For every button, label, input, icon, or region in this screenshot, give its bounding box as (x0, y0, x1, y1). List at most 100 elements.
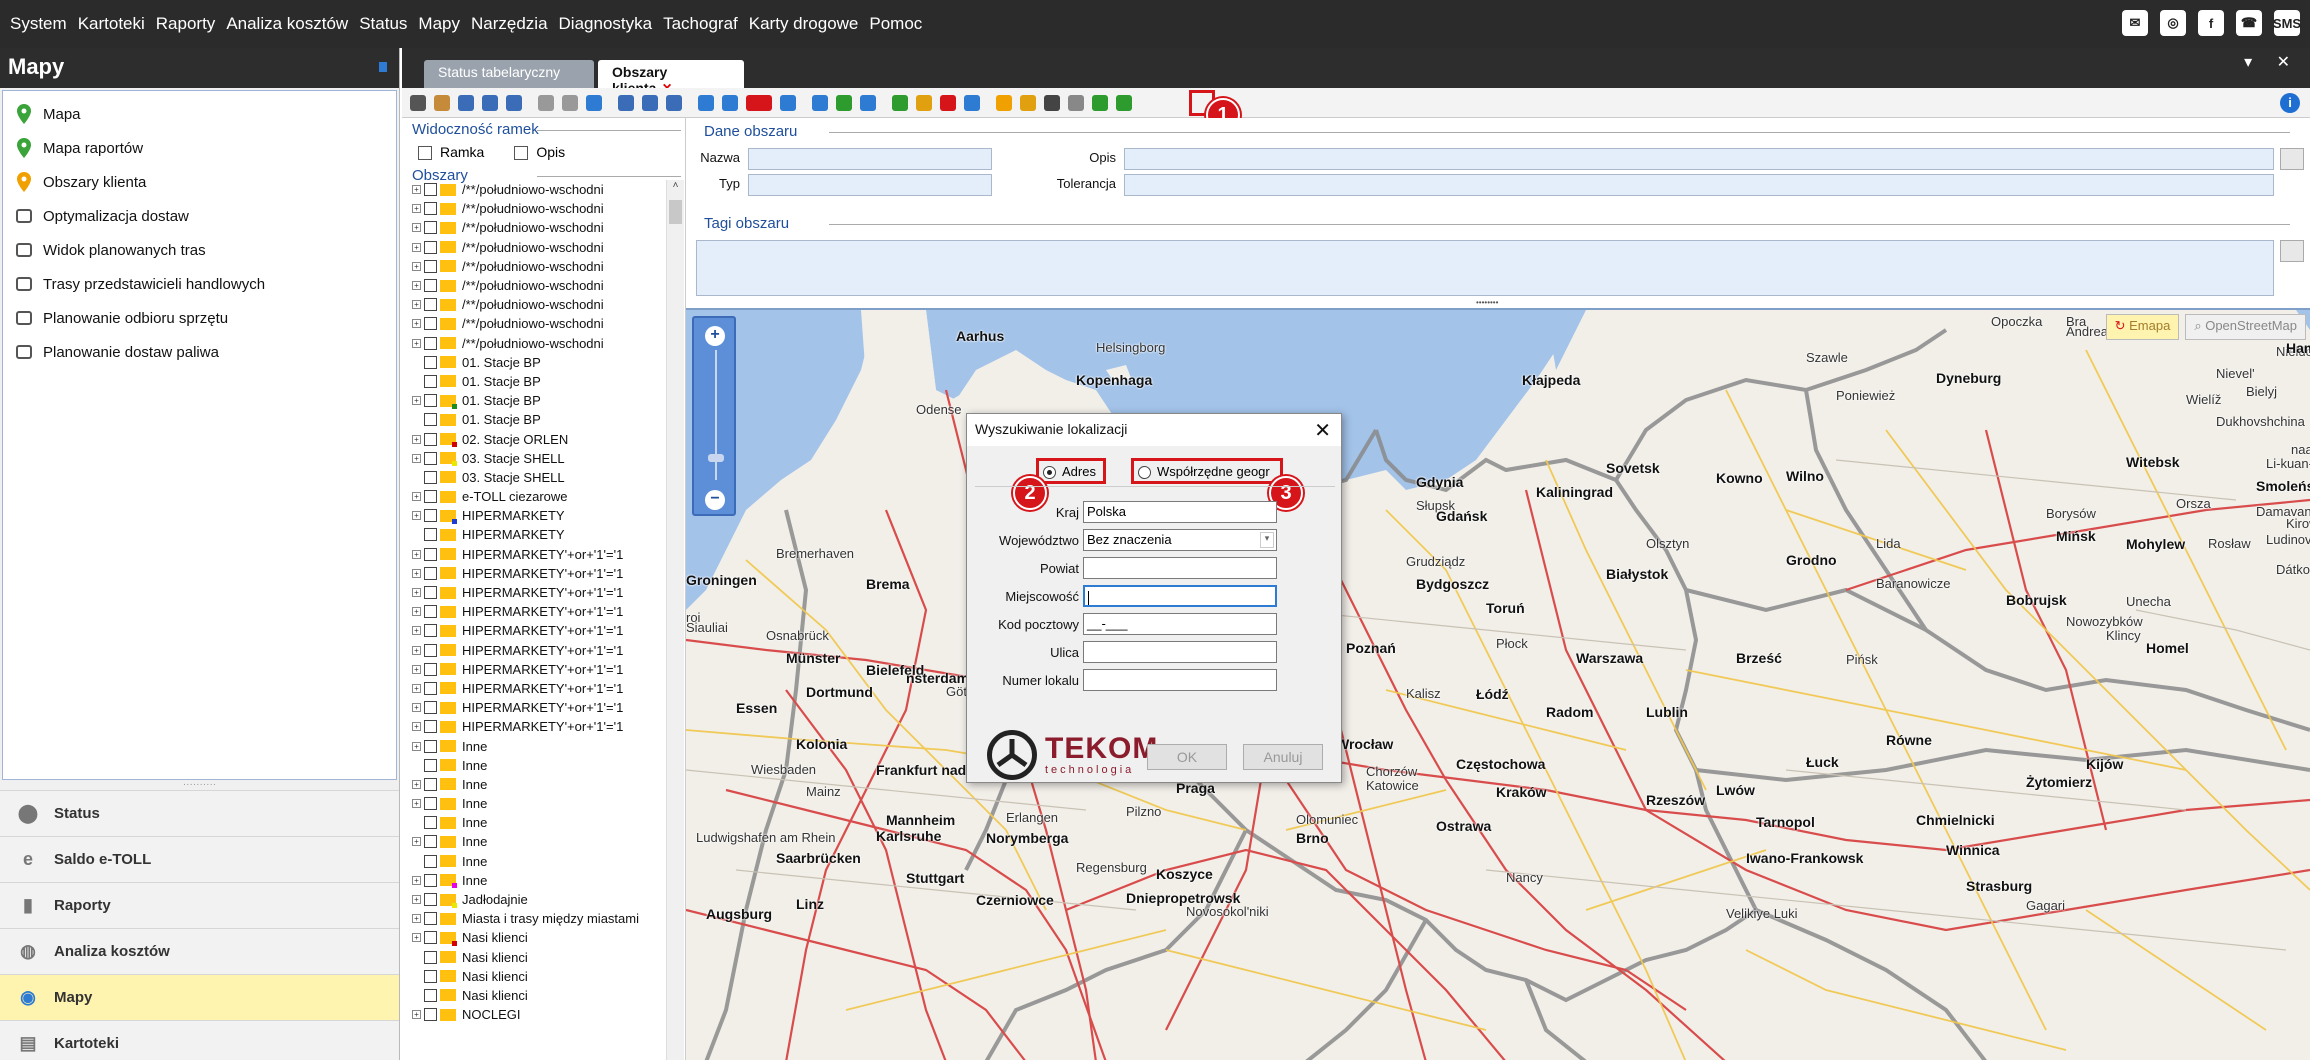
tree-checkbox[interactable] (424, 221, 437, 235)
tree-row[interactable]: + /**/południowo-wschodni (412, 276, 672, 295)
expand-icon[interactable]: + (412, 703, 421, 713)
window-controls[interactable]: ▾ ✕ (2244, 52, 2300, 72)
tree-row[interactable]: + /**/południowo-wschodni (412, 257, 672, 276)
tree-row[interactable]: Nasi klienci (412, 986, 672, 1005)
expand-icon[interactable]: + (412, 204, 421, 214)
tree-row[interactable]: + HIPERMARKETY'+or+'1'='1 (412, 698, 672, 717)
expand-icon[interactable]: + (412, 261, 421, 271)
description-checkbox[interactable]: Opis (514, 144, 565, 161)
expand-icon[interactable]: + (412, 568, 421, 578)
tree-row[interactable]: + HIPERMARKETY'+or+'1'='1 (412, 717, 672, 736)
maps-item-mapa[interactable]: Mapa (3, 97, 396, 131)
expand-icon[interactable]: + (412, 722, 421, 732)
expand-icon[interactable]: + (412, 895, 421, 905)
expand-icon[interactable]: + (412, 549, 421, 559)
tree-row[interactable]: + Miasta i trasy między miastami (412, 909, 672, 928)
city-field[interactable] (1083, 585, 1277, 607)
address-radio[interactable]: Adres (1036, 458, 1106, 484)
expand-icon[interactable]: + (412, 242, 421, 252)
close-icon[interactable]: ✕ (1314, 418, 1331, 443)
tree-row[interactable]: + /**/południowo-wschodni (412, 295, 672, 314)
layers-icon[interactable] (698, 95, 714, 111)
maps-item-planowanie-paliwa[interactable]: Planowanie dostaw paliwa (3, 335, 396, 369)
tree-checkbox[interactable] (424, 355, 437, 369)
cancel-button[interactable]: Anuluj (1243, 744, 1323, 770)
expand-icon[interactable]: + (412, 933, 421, 943)
expand-icon[interactable]: + (412, 588, 421, 598)
expand-icon[interactable]: + (412, 664, 421, 674)
tree-checkbox[interactable] (424, 183, 437, 197)
zoom-out-button[interactable]: − (705, 490, 725, 510)
tab-status-tabelaryczny[interactable]: Status tabelaryczny (424, 60, 594, 88)
expand-icon[interactable]: + (412, 511, 421, 521)
expand-icon[interactable]: + (412, 492, 421, 502)
zoom-out-icon[interactable] (506, 95, 522, 111)
voivodeship-select[interactable]: Bez znaczenia ▾ (1083, 529, 1277, 551)
description-field[interactable] (1124, 148, 2274, 170)
tree-checkbox[interactable] (424, 835, 437, 849)
select-area-icon[interactable] (458, 95, 474, 111)
tree-checkbox[interactable] (424, 547, 437, 561)
menu-status[interactable]: Status (359, 14, 407, 34)
expand-icon[interactable]: + (412, 281, 421, 291)
sms-icon[interactable]: SMS (2273, 10, 2301, 36)
tree-row[interactable]: + /**/południowo-wschodni (412, 199, 672, 218)
tree-row[interactable]: + HIPERMARKETY'+or+'1'='1 (412, 641, 672, 660)
tree-checkbox[interactable] (424, 988, 437, 1002)
tree-checkbox[interactable] (424, 624, 437, 638)
tree-checkbox[interactable] (424, 969, 437, 983)
tree-scrollbar[interactable]: ˄ (666, 180, 684, 1060)
country-field[interactable]: Polska (1083, 501, 1277, 523)
tree-row[interactable]: Nasi klienci (412, 948, 672, 967)
name-field[interactable] (748, 148, 992, 170)
expand-icon[interactable]: + (412, 396, 421, 406)
tree-checkbox[interactable] (424, 298, 437, 312)
facebook-icon[interactable]: f (2198, 10, 2224, 36)
type-field[interactable] (748, 174, 992, 196)
tree-row[interactable]: + HIPERMARKETY'+or+'1'='1 (412, 679, 672, 698)
tree-row[interactable]: Nasi klienci (412, 967, 672, 986)
find-vehicle-icon[interactable] (642, 95, 658, 111)
pdf-icon[interactable] (746, 95, 772, 111)
tree-checkbox[interactable] (424, 586, 437, 600)
hand-icon[interactable] (434, 95, 450, 111)
table-icon[interactable] (964, 95, 980, 111)
add-icon[interactable] (892, 95, 908, 111)
expand-icon[interactable]: + (412, 434, 421, 444)
postal-code-field[interactable]: __-___ (1083, 613, 1277, 635)
tree-checkbox[interactable] (424, 873, 437, 887)
next-icon[interactable] (562, 95, 578, 111)
tree-checkbox[interactable] (424, 605, 437, 619)
panel-splitter[interactable]: ·········· (0, 780, 399, 790)
tree-checkbox[interactable] (424, 528, 437, 542)
nav-mapy[interactable]: ◉ Mapy (0, 974, 399, 1020)
description-edit-button[interactable] (2280, 148, 2304, 170)
tree-row[interactable]: + HIPERMARKETY'+or+'1'='1 (412, 583, 672, 602)
emapa-button[interactable]: ↻ Emapa (2105, 314, 2180, 340)
resize-grip[interactable]: •••••••• (1476, 298, 1498, 307)
tree-checkbox[interactable] (424, 893, 437, 907)
tags-edit-button[interactable] (2280, 240, 2304, 262)
refresh-icon[interactable] (586, 95, 602, 111)
tree-checkbox[interactable] (424, 374, 437, 388)
tree-row[interactable]: +03. Stacje SHELL (412, 449, 672, 468)
search-icon[interactable] (618, 95, 634, 111)
ok-button[interactable]: OK (1147, 744, 1227, 770)
tree-row[interactable]: + HIPERMARKETY'+or+'1'='1 (412, 621, 672, 640)
tree-row[interactable]: + Inne (412, 832, 672, 851)
tree-checkbox[interactable] (424, 931, 437, 945)
expand-icon[interactable]: + (412, 453, 421, 463)
expand-icon[interactable]: + (412, 837, 421, 847)
expand-icon[interactable]: + (412, 779, 421, 789)
tree-row[interactable]: + /**/południowo-wschodni (412, 218, 672, 237)
expand-icon[interactable]: + (412, 741, 421, 751)
maps-item-obszary-klienta[interactable]: Obszary klienta (3, 165, 396, 199)
chevron-down-icon[interactable]: ▾ (1260, 532, 1274, 548)
tree-checkbox[interactable] (424, 758, 437, 772)
phone-icon[interactable]: ☎ (2236, 10, 2262, 36)
tree-checkbox[interactable] (424, 259, 437, 273)
nav-status[interactable]: ⬤ Status (0, 790, 399, 836)
street-field[interactable] (1083, 641, 1277, 663)
tree-checkbox[interactable] (424, 854, 437, 868)
tree-row[interactable]: + Nasi klienci (412, 928, 672, 947)
